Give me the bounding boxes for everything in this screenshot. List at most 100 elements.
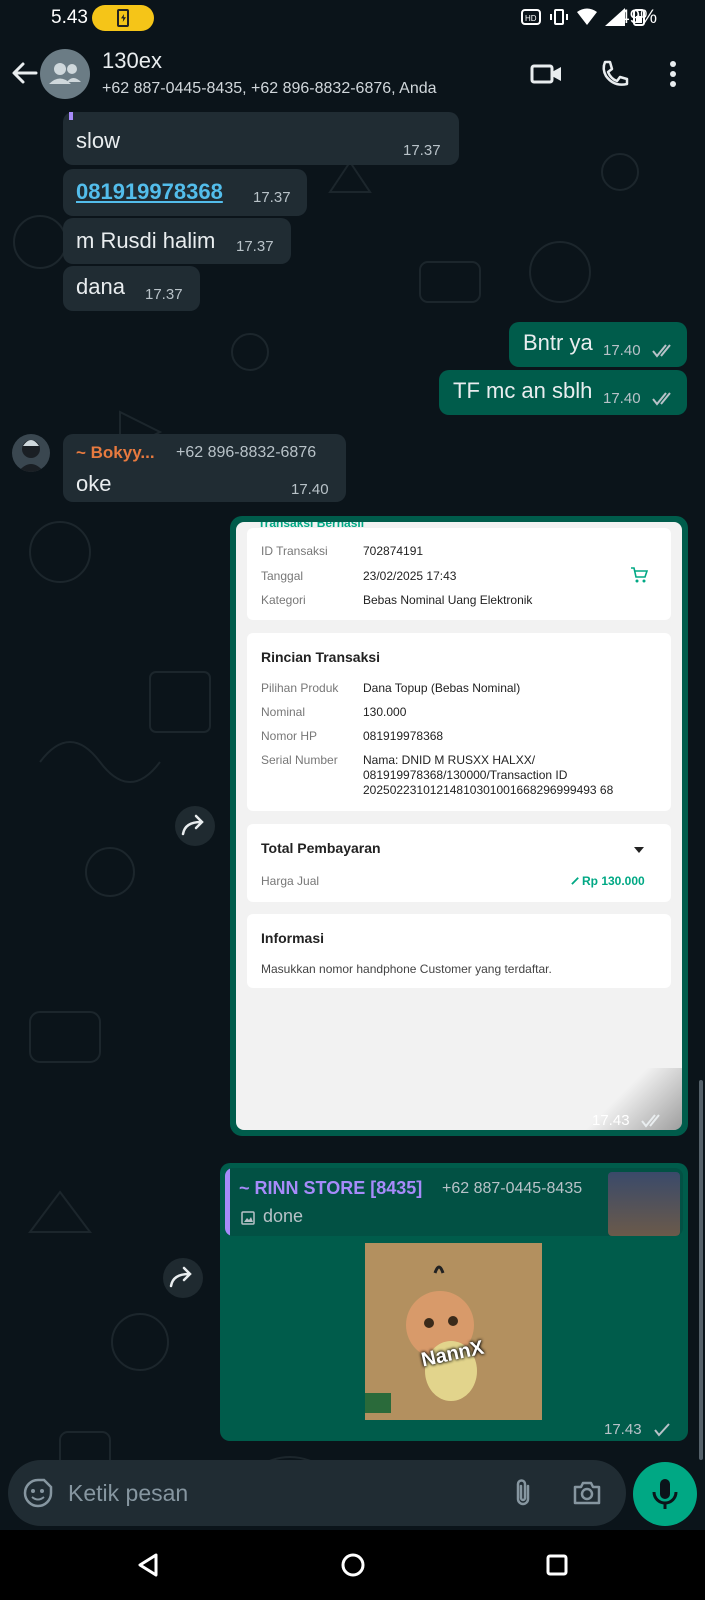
message-time: 17.37	[403, 142, 441, 159]
sticker-image[interactable]: NannX	[365, 1243, 542, 1420]
receipt-details-card: Rincian Transaksi Pilihan Produk Dana To…	[247, 633, 671, 811]
voice-record-button[interactable]	[633, 1462, 697, 1526]
message-time: 17.37	[253, 189, 291, 206]
nav-back-icon[interactable]	[134, 1550, 164, 1580]
forward-button[interactable]	[175, 806, 215, 846]
message-bubble[interactable]: Bntr ya 17.40	[509, 322, 687, 367]
voice-call-icon[interactable]	[594, 54, 634, 94]
receipt-image[interactable]: Transaksi Berhasil ID Transaksi 70287419…	[236, 522, 682, 1130]
forward-button[interactable]	[163, 1258, 203, 1298]
message-time: 17.40	[603, 342, 641, 359]
chat-title[interactable]: 130ex	[102, 48, 162, 74]
quoted-text: done	[263, 1206, 304, 1226]
quoted-phone: +62 887-0445-8435	[442, 1180, 583, 1197]
receipt-nominal-value: 130.000	[363, 705, 407, 719]
image-icon	[241, 1211, 255, 1225]
read-ticks-icon	[652, 344, 671, 358]
receipt-payment-heading: Total Pembayaran	[261, 840, 381, 856]
message-bubble[interactable]: slow 17.37	[63, 112, 459, 165]
attach-icon[interactable]	[511, 1477, 535, 1509]
message-bubble[interactable]: 081919978368 17.37	[63, 169, 307, 216]
edit-pencil-icon	[571, 877, 579, 885]
receipt-category-label: Kategori	[261, 593, 306, 607]
receipt-payment-card: Total Pembayaran Harga Jual Rp 130.000	[247, 824, 671, 902]
chat-header: 130ex +62 887-0445-8435, +62 896-8832-68…	[0, 36, 705, 112]
message-bubble[interactable]: ~ RINN STORE [8435] +62 887-0445-8435 do…	[220, 1163, 688, 1441]
group-avatar[interactable]	[40, 49, 90, 99]
message-text: m Rusdi halim	[76, 228, 216, 253]
hd-voice-icon: HD	[521, 9, 541, 25]
receipt-serial-line: 20250223101214810301001668296999493 68	[363, 783, 614, 797]
message-time: 17.37	[236, 238, 274, 255]
receipt-price-label: Harga Jual	[261, 874, 320, 888]
status-time: 5.43	[51, 7, 88, 28]
message-bubble[interactable]: dana 17.37	[63, 266, 200, 311]
sender-name[interactable]: ~ Bokyy...	[76, 443, 155, 463]
message-time: 17.40	[603, 390, 641, 407]
quoted-message[interactable]: ~ RINN STORE [8435] +62 887-0445-8435 do…	[225, 1168, 683, 1236]
message-input-placeholder[interactable]: Ketik pesan	[68, 1480, 188, 1507]
video-call-icon[interactable]	[527, 54, 567, 94]
message-text: slow	[76, 128, 121, 153]
message-time: 17.43	[592, 1112, 630, 1129]
battery-saver-icon	[92, 5, 154, 31]
quote-bar-fragment	[69, 112, 73, 120]
receipt-info-text: Masukkan nomor handphone Customer yang t…	[261, 962, 552, 976]
receipt-product-label: Pilihan Produk	[261, 681, 339, 695]
read-ticks-icon	[652, 392, 671, 406]
caret-down-icon	[634, 847, 644, 853]
receipt-date-value: 23/02/2025 17:43	[363, 569, 457, 583]
emoji-sticker-icon[interactable]	[22, 1477, 54, 1509]
sent-tick-icon	[654, 1423, 670, 1437]
battery-percent: 49%	[619, 7, 658, 28]
receipt-info-card: Informasi Masukkan nomor handphone Custo…	[247, 914, 671, 988]
group-avatar-icon	[49, 63, 81, 84]
back-arrow-icon[interactable]	[8, 56, 42, 90]
message-text: dana	[76, 274, 125, 299]
sticker-character	[365, 1243, 542, 1420]
forward-icon	[181, 814, 204, 836]
vibrate-icon	[550, 9, 568, 25]
receipt-info-heading: Informasi	[261, 930, 325, 946]
sender-phone: +62 896-8832-6876	[176, 444, 317, 461]
receipt-id-label: ID Transaksi	[261, 544, 328, 558]
receipt-id-value: 702874191	[363, 544, 424, 558]
wifi-icon	[577, 8, 597, 25]
message-bubble[interactable]: TF mc an sblh 17.40	[439, 370, 687, 415]
quoted-thumbnail	[608, 1172, 680, 1236]
message-bubble[interactable]: m Rusdi halim 17.37	[63, 218, 291, 264]
receipt-nominal-label: Nominal	[261, 705, 306, 719]
svg-text:HD: HD	[525, 14, 537, 23]
more-vert-icon[interactable]	[653, 54, 693, 94]
receipt-product-value: Dana Topup (Bebas Nominal)	[363, 681, 521, 695]
quote-bar	[225, 1168, 230, 1236]
receipt-date-label: Tanggal	[261, 569, 304, 583]
cart-icon	[631, 567, 648, 583]
chat-area[interactable]: slow 17.37 081919978368 17.37 m Rusdi ha…	[0, 112, 705, 1530]
receipt-phone-label: Nomor HP	[261, 729, 318, 743]
forward-icon	[169, 1266, 192, 1288]
receipt-phone-value: 081919978368	[363, 729, 444, 743]
receipt-serial-label: Serial Number	[261, 753, 338, 767]
receipt-serial-line: Nama: DNID M RUSXX HALXX/	[363, 753, 536, 767]
nav-recents-icon[interactable]	[542, 1550, 572, 1580]
avatar-image	[18, 440, 44, 472]
camera-icon[interactable]	[571, 1477, 603, 1509]
message-composer[interactable]: Ketik pesan	[8, 1460, 626, 1526]
quoted-sender: ~ RINN STORE [8435]	[239, 1178, 423, 1198]
message-time: 17.40	[291, 481, 329, 498]
scrollbar[interactable]	[699, 1080, 703, 1460]
message-bubble[interactable]: ~ Bokyy... +62 896-8832-6876 oke 17.40	[63, 434, 346, 502]
receipt-category-value: Bebas Nominal Uang Elektronik	[363, 593, 533, 607]
receipt-serial-line: 081919978368/130000/Transaction ID	[363, 768, 568, 782]
chat-members[interactable]: +62 887-0445-8435, +62 896-8832-6876, An…	[102, 80, 437, 98]
nav-home-icon[interactable]	[338, 1550, 368, 1580]
system-navigation-bar	[0, 1530, 705, 1600]
message-time: 17.43	[604, 1421, 642, 1438]
phone-link[interactable]: 081919978368	[76, 179, 223, 205]
receipt-summary-card: ID Transaksi 702874191 Tanggal 23/02/202…	[247, 528, 671, 620]
sender-avatar[interactable]	[12, 434, 50, 472]
message-text: TF mc an sblh	[453, 378, 593, 403]
receipt-details-heading: Rincian Transaksi	[261, 649, 381, 665]
read-ticks-icon	[641, 1114, 660, 1128]
